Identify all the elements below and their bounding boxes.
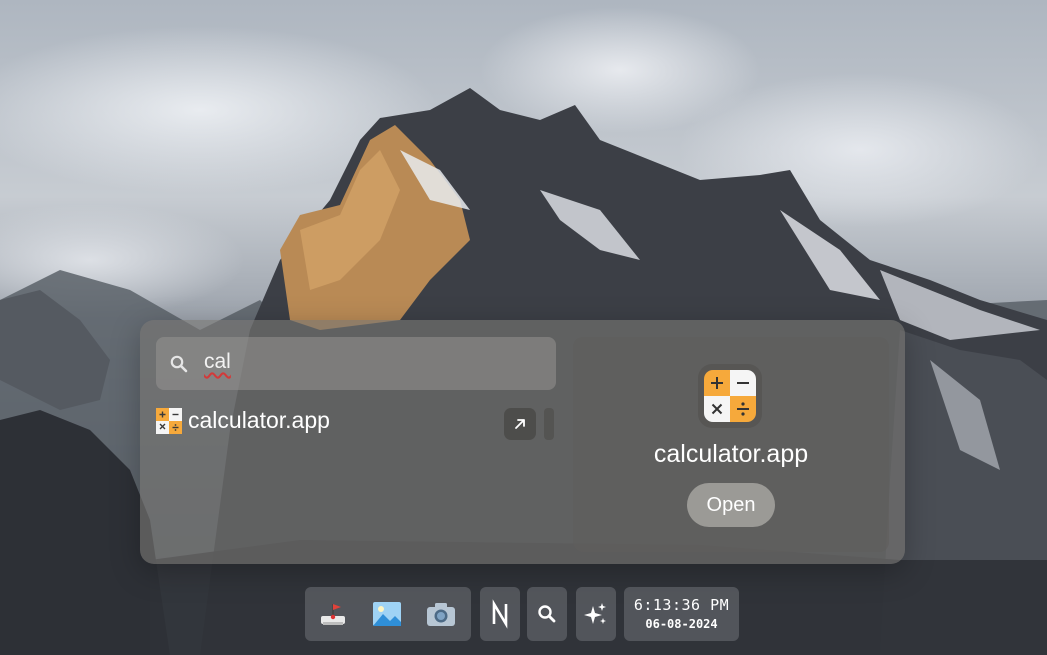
- taskbar-camera-app[interactable]: [421, 594, 461, 634]
- sparkles-ai-icon: [584, 603, 606, 624]
- taskbar-search-group: [527, 587, 567, 641]
- taskbar-notes-group: [480, 587, 520, 641]
- search-icon: [538, 605, 556, 623]
- clock-date: 06-08-2024: [645, 617, 718, 631]
- search-field[interactable]: cal: [156, 337, 556, 390]
- app-launcher-panel: cal calculator.app calculator.app Open: [140, 320, 905, 564]
- taskbar-pinned-apps: [305, 587, 471, 641]
- search-icon: [170, 355, 188, 373]
- preview-app-icon-frame: [698, 364, 762, 428]
- search-result-item[interactable]: calculator.app: [154, 406, 558, 442]
- results-scrollbar[interactable]: [544, 408, 554, 440]
- preview-app-title: calculator.app: [653, 440, 809, 468]
- taskbar-notes-app[interactable]: [480, 594, 520, 634]
- taskbar-drawing-app[interactable]: [313, 594, 353, 634]
- taskbar-ai-assistant-button[interactable]: [576, 594, 616, 634]
- calculator-icon: [156, 408, 182, 434]
- drawing-app-icon: [321, 604, 345, 625]
- open-in-new-button[interactable]: [504, 408, 536, 440]
- taskbar-ai-group: [576, 587, 616, 641]
- open-button[interactable]: Open: [687, 483, 775, 527]
- arrow-up-right-icon: [515, 419, 525, 429]
- camera-app-icon: [427, 603, 455, 626]
- calculator-icon: [704, 370, 756, 422]
- taskbar-clock[interactable]: 6:13:36 PM 06-08-2024: [624, 587, 739, 641]
- search-input-value[interactable]: cal: [204, 350, 231, 374]
- taskbar-photos-app[interactable]: [367, 594, 407, 634]
- search-result-label: calculator.app: [188, 407, 330, 433]
- clock-time: 6:13:36 PM: [633, 596, 730, 614]
- preview-pane: calculator.app Open: [573, 337, 889, 552]
- photos-app-icon: [373, 602, 401, 626]
- taskbar-search-button[interactable]: [527, 594, 567, 634]
- notes-n-icon: [492, 599, 508, 629]
